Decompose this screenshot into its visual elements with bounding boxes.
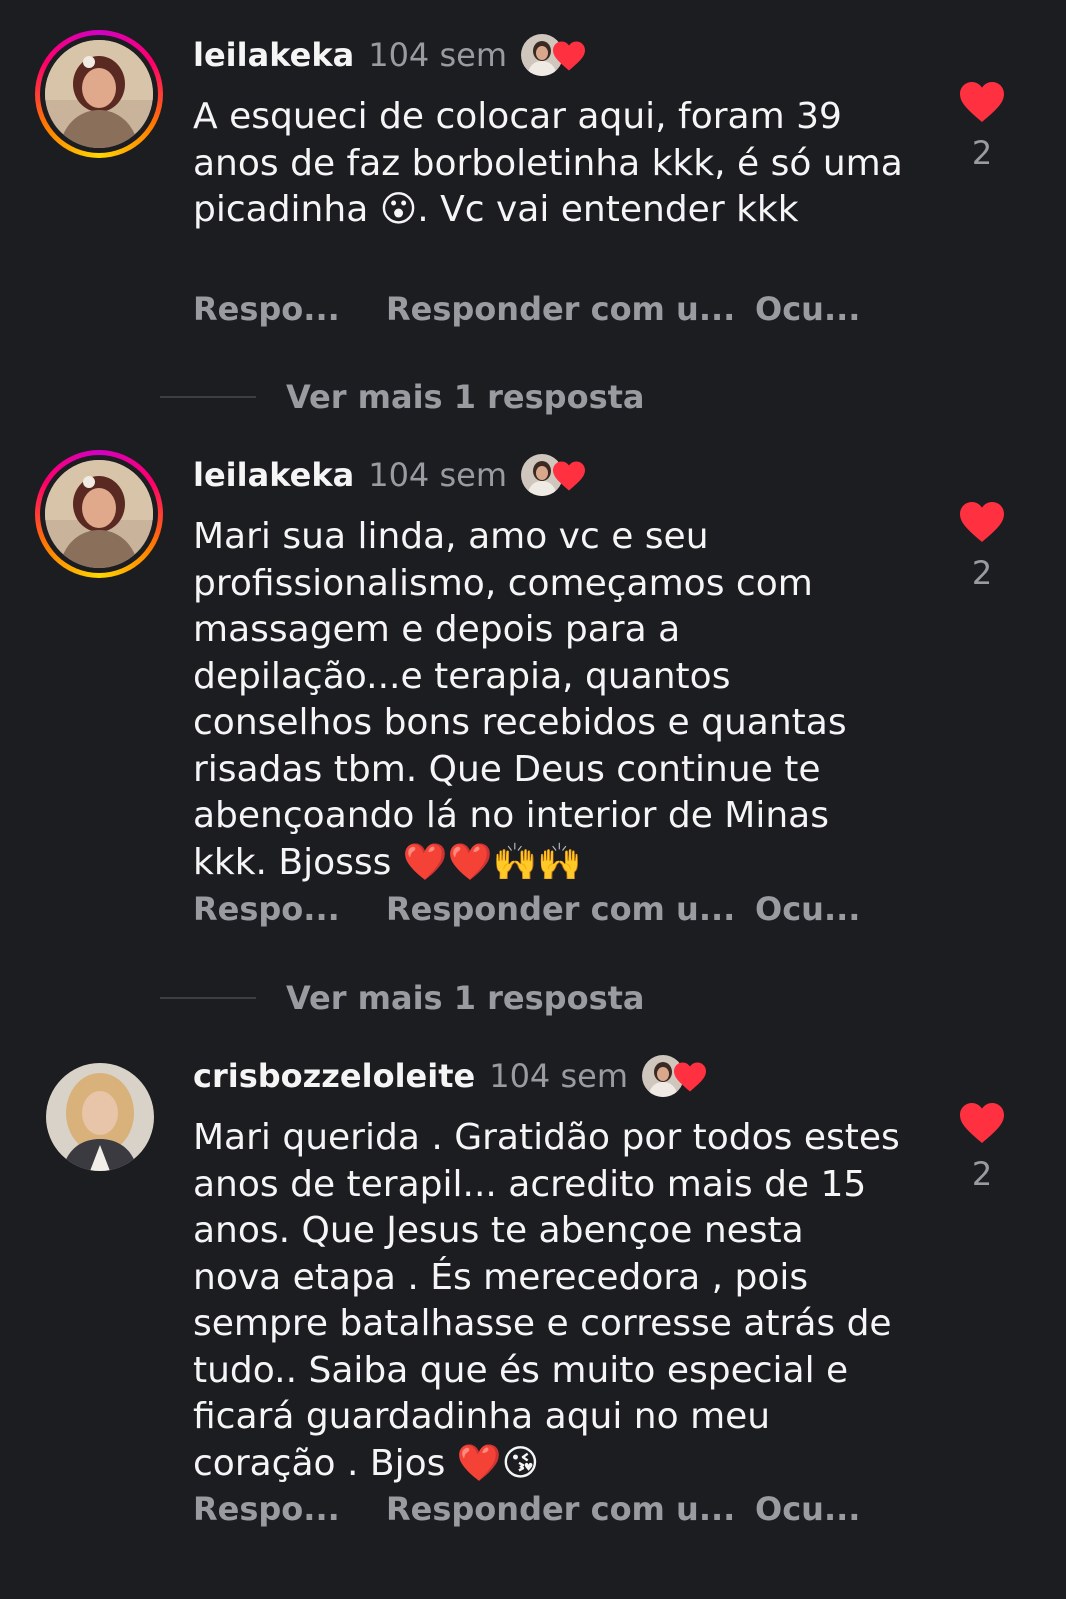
reply-with-sticker-button[interactable]: Responder com u... (386, 890, 735, 928)
comment-text: Mari querida . Gratidão por todos estes … (193, 1117, 900, 1484)
avatar-photo-icon (46, 1063, 154, 1171)
comment-text: Mari sua linda, amo vc e seu profissiona… (193, 516, 847, 883)
like-button[interactable]: 2 (956, 1101, 1008, 1193)
reply-button[interactable]: Respo... (193, 290, 340, 328)
view-more-label: Ver mais 1 resposta (286, 979, 645, 1017)
username[interactable]: leilakeka (193, 36, 354, 74)
reply-button[interactable]: Respo... (193, 1490, 340, 1528)
like-count: 2 (971, 134, 993, 172)
liked-by-author-badge (520, 452, 587, 498)
avatar[interactable] (35, 30, 163, 158)
avatar-photo-icon (45, 460, 153, 568)
view-more-replies[interactable]: Ver mais 1 resposta (160, 975, 645, 1021)
reply-with-sticker-button[interactable]: Responder com u... (386, 1490, 735, 1528)
username[interactable]: leilakeka (193, 456, 354, 494)
hide-button[interactable]: Ocu... (755, 890, 860, 928)
liked-by-author-badge (520, 32, 587, 78)
comment-time: 104 sem (489, 1057, 628, 1095)
heart-icon (552, 41, 585, 71)
like-button[interactable]: 2 (956, 80, 1008, 172)
comment-time: 104 sem (368, 36, 507, 74)
liked-by-author-badge (641, 1053, 708, 1099)
reply-with-sticker-button[interactable]: Responder com u... (386, 290, 735, 328)
avatar-photo-icon (45, 40, 153, 148)
reply-button[interactable]: Respo... (193, 890, 340, 928)
avatar[interactable] (35, 450, 163, 578)
heart-icon (552, 461, 585, 491)
username[interactable]: crisbozzeloleite (193, 1057, 475, 1095)
comment-time: 104 sem (368, 456, 507, 494)
divider-line (160, 396, 256, 398)
divider-line (160, 997, 256, 999)
hide-button[interactable]: Ocu... (755, 1490, 860, 1528)
heart-icon (960, 82, 1004, 122)
like-button[interactable]: 2 (956, 500, 1008, 592)
heart-icon (960, 1103, 1004, 1143)
comment-text: A esqueci de colocar aqui, foram 39 anos… (193, 96, 903, 230)
view-more-label: Ver mais 1 resposta (286, 378, 645, 416)
like-count: 2 (971, 554, 993, 592)
heart-icon (673, 1062, 706, 1092)
view-more-replies[interactable]: Ver mais 1 resposta (160, 374, 645, 420)
hide-button[interactable]: Ocu... (755, 290, 860, 328)
like-count: 2 (971, 1155, 993, 1193)
heart-icon (960, 502, 1004, 542)
avatar[interactable] (46, 1063, 154, 1171)
